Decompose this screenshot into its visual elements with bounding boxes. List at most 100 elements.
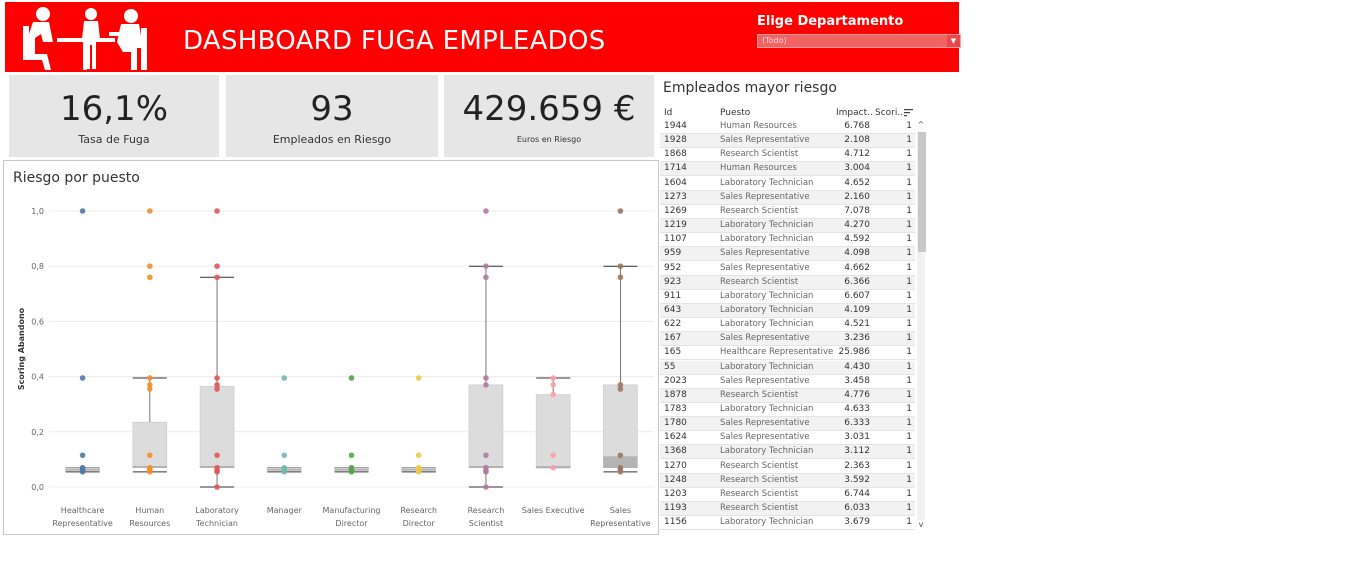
- scroll-down-icon[interactable]: v: [915, 520, 927, 532]
- kpi-label: Euros en Riesgo: [516, 135, 582, 144]
- data-point: [281, 375, 288, 381]
- table-row[interactable]: 1273 Sales Representative 2.160 1: [660, 190, 915, 205]
- cell-scoring: 1: [906, 517, 912, 528]
- cell-impacto: 2.160: [844, 191, 870, 202]
- table-row[interactable]: 1624 Sales Representative 3.031 1: [660, 431, 915, 446]
- cell-impacto: 4.662: [844, 262, 870, 273]
- y-tick-label: 0,4: [31, 373, 44, 382]
- kpi-card-attrition-rate: 16,1% Tasa de Fuga: [9, 75, 219, 157]
- y-tick-label: 1,0: [31, 207, 44, 216]
- cell-scoring: 1: [906, 460, 912, 471]
- table-scrollbar[interactable]: ^ v: [915, 120, 927, 532]
- data-point: [483, 263, 489, 269]
- y-tick-label: 0,0: [31, 483, 44, 492]
- table-row[interactable]: 911 Laboratory Technician 6.607 1: [660, 289, 915, 304]
- table-row[interactable]: 1928 Sales Representative 2.108 1: [660, 134, 915, 149]
- cell-puesto: Laboratory Technician: [720, 446, 814, 457]
- table-row[interactable]: 1714 Human Resources 3.004 1: [660, 162, 915, 177]
- cell-impacto: 6.768: [844, 121, 870, 131]
- table-row[interactable]: 167 Sales Representative 3.236 1: [660, 332, 915, 347]
- table-row[interactable]: 1878 Research Scientist 4.776 1: [660, 388, 915, 403]
- data-point: [483, 469, 489, 475]
- table-row[interactable]: 622 Laboratory Technician 4.521 1: [660, 318, 915, 333]
- table-row[interactable]: 1269 Research Scientist 7.078 1: [660, 204, 915, 219]
- scrollbar-track[interactable]: [917, 132, 926, 520]
- cell-scoring: 1: [906, 234, 912, 245]
- table-row[interactable]: 923 Research Scientist 6.366 1: [660, 275, 915, 290]
- cell-scoring: 1: [906, 418, 912, 429]
- cell-impacto: 4.652: [844, 177, 870, 188]
- table-row[interactable]: 1156 Laboratory Technician 3.679 1: [660, 516, 915, 531]
- table-row[interactable]: 1604 Laboratory Technician 4.652 1: [660, 176, 915, 191]
- column-header-id[interactable]: Id: [664, 108, 672, 118]
- cell-scoring: 1: [906, 135, 912, 146]
- department-filter-dropdown[interactable]: (Todo) ▼: [757, 34, 961, 48]
- y-tick-label: 0,2: [31, 428, 44, 437]
- table-header: Id Puesto Impact.. Scori..: [660, 106, 915, 120]
- table-row[interactable]: 643 Laboratory Technician 4.109 1: [660, 303, 915, 318]
- data-point: [617, 263, 624, 269]
- cell-id: 1928: [664, 135, 687, 146]
- table-row[interactable]: 1868 Research Scientist 4.712 1: [660, 148, 915, 163]
- column-header-impacto[interactable]: Impact..: [836, 108, 873, 118]
- cell-id: 165: [664, 347, 682, 358]
- data-point: [147, 263, 153, 269]
- dashboard-header: DASHBOARD FUGA EMPLEADOS Elige Departame…: [5, 2, 961, 72]
- table-title: Empleados mayor riesgo: [663, 80, 837, 96]
- cell-id: 923: [664, 276, 682, 287]
- cell-puesto: Sales Representative: [720, 333, 810, 344]
- x-tick-label: Director: [403, 519, 436, 528]
- data-point: [214, 263, 220, 269]
- box-upper: [132, 421, 168, 467]
- data-point: [617, 208, 624, 214]
- table-row[interactable]: 1944 Human Resources 6.768 1: [660, 120, 915, 134]
- cell-impacto: 3.004: [844, 163, 870, 174]
- cell-puesto: Sales Representative: [720, 262, 810, 273]
- cell-scoring: 1: [906, 361, 912, 372]
- cell-id: 1219: [664, 220, 687, 231]
- cell-id: 1944: [664, 121, 687, 131]
- table-row[interactable]: 2023 Sales Representative 3.458 1: [660, 374, 915, 389]
- table-row[interactable]: 1783 Laboratory Technician 4.633 1: [660, 403, 915, 417]
- data-point: [348, 452, 355, 459]
- table-row[interactable]: 1368 Laboratory Technician 3.112 1: [660, 445, 915, 460]
- cell-puesto: Laboratory Technician: [720, 404, 814, 414]
- table-row[interactable]: 1203 Research Scientist 6.744 1: [660, 487, 915, 502]
- table-row[interactable]: 1193 Research Scientist 6.033 1: [660, 502, 915, 517]
- data-point: [214, 484, 220, 490]
- cell-impacto: 4.521: [844, 319, 870, 330]
- table-row[interactable]: 1248 Research Scientist 3.592 1: [660, 473, 915, 488]
- data-point: [147, 452, 153, 459]
- cell-impacto: 2.108: [844, 135, 870, 146]
- data-point: [415, 469, 422, 475]
- sort-descending-icon[interactable]: [904, 108, 913, 117]
- scroll-up-icon[interactable]: ^: [915, 120, 927, 132]
- cell-scoring: 1: [906, 262, 912, 273]
- chevron-down-icon[interactable]: ▼: [947, 35, 960, 47]
- risk-employees-table: 1944 Human Resources 6.768 1 1928 Sales Repre…: [660, 120, 915, 532]
- cell-scoring: 1: [906, 446, 912, 457]
- cell-id: 643: [664, 304, 682, 315]
- table-row[interactable]: 1219 Laboratory Technician 4.270 1: [660, 219, 915, 234]
- scrollbar-thumb[interactable]: [918, 132, 926, 252]
- cell-id: 1107: [664, 234, 687, 245]
- data-point: [415, 452, 422, 459]
- data-point: [550, 382, 556, 388]
- cell-impacto: 6.744: [844, 488, 870, 499]
- table-row[interactable]: 959 Sales Representative 4.098 1: [660, 247, 915, 262]
- cell-impacto: 3.592: [844, 474, 870, 485]
- table-row[interactable]: 55 Laboratory Technician 4.430 1: [660, 360, 915, 375]
- table-row[interactable]: 1270 Research Scientist 2.363 1: [660, 459, 915, 474]
- cell-impacto: 3.679: [844, 517, 870, 528]
- data-point: [348, 469, 355, 475]
- data-point: [214, 452, 220, 459]
- table-row[interactable]: 165 Healthcare Representative 25.986 1: [660, 346, 915, 361]
- data-point: [79, 208, 86, 214]
- cell-puesto: Research Scientist: [720, 503, 799, 514]
- column-header-scoring[interactable]: Scori..: [875, 108, 903, 118]
- table-row[interactable]: 1780 Sales Representative 6.333 1: [660, 417, 915, 432]
- column-header-puesto[interactable]: Puesto: [720, 108, 750, 118]
- table-row[interactable]: 952 Sales Representative 4.662 1: [660, 261, 915, 276]
- table-row[interactable]: 1107 Laboratory Technician 4.592 1: [660, 233, 915, 248]
- data-point: [483, 382, 489, 388]
